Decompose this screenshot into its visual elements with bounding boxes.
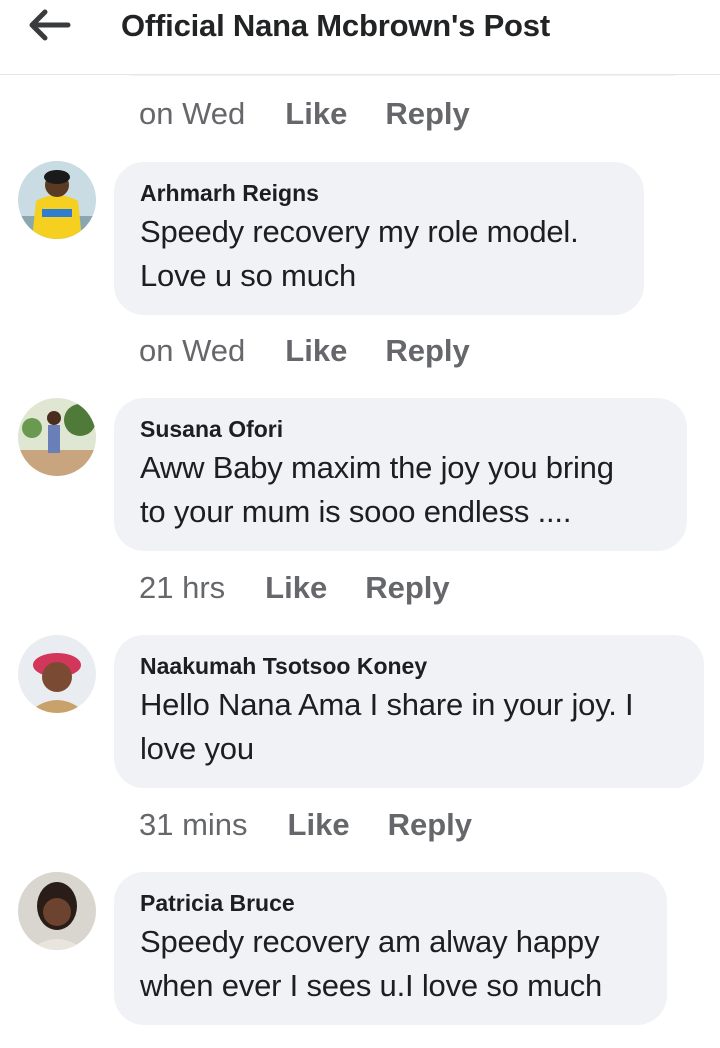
reply-button[interactable]: Reply — [385, 329, 469, 373]
comment-text-line: to your mum is sooo endless .... — [140, 494, 572, 529]
comment-text-line: Speedy recovery am alway happy — [140, 924, 600, 959]
comment-bubble: Arhmarh Reigns Speedy recovery my role m… — [114, 162, 644, 315]
avatar[interactable] — [18, 872, 96, 950]
comment-bubble: Susana Ofori Aww Baby maxim the joy you … — [114, 398, 687, 551]
like-button[interactable]: Like — [265, 566, 327, 610]
comment-bubble: Naakumah Tsotsoo Koney Hello Nana Ama I … — [114, 635, 704, 788]
comment-text-line: Love u so much — [140, 258, 357, 293]
reply-button[interactable]: Reply — [385, 92, 469, 136]
comment-author[interactable]: Arhmarh Reigns — [140, 176, 616, 210]
avatar[interactable] — [18, 635, 96, 713]
like-button[interactable]: Like — [285, 329, 347, 373]
page-title: Official Nana Mcbrown's Post — [121, 8, 550, 43]
comment-time: on Wed — [139, 333, 246, 368]
comment-actions: on Wed Like Reply — [139, 329, 470, 373]
comment-bubble: Patricia Bruce Speedy recovery am alway … — [114, 872, 667, 1025]
comment-time: on Wed — [139, 96, 246, 131]
back-button[interactable] — [28, 6, 74, 44]
comment-actions: on Wed Like Reply — [139, 92, 470, 136]
comment-actions: 21 hrs Like Reply — [139, 566, 450, 610]
comment-text-line: Hello Nana Ama I share in your joy. I — [140, 687, 634, 722]
like-button[interactable]: Like — [285, 92, 347, 136]
avatar[interactable] — [18, 398, 96, 476]
comment-author[interactable]: Naakumah Tsotsoo Koney — [140, 649, 676, 683]
arrow-left-icon — [29, 9, 71, 41]
avatar[interactable] — [18, 161, 96, 239]
comment-text-line: Speedy recovery my role model. — [140, 214, 579, 249]
comment-time: 21 hrs — [139, 570, 226, 605]
comment-text-line: Aww Baby maxim the joy you bring — [140, 450, 614, 485]
comment-author[interactable]: Patricia Bruce — [140, 886, 639, 920]
post-header: Official Nana Mcbrown's Post — [0, 0, 720, 75]
comment-author[interactable]: Susana Ofori — [140, 412, 659, 446]
reply-button[interactable]: Reply — [365, 566, 449, 610]
reply-button[interactable]: Reply — [388, 803, 472, 847]
comment-text-line: love you — [140, 731, 254, 766]
comment-time: 31 mins — [139, 807, 248, 842]
comment-text-line: when ever I sees u.I love so much — [140, 968, 603, 1003]
like-button[interactable]: Like — [288, 803, 350, 847]
comment-actions: 31 mins Like Reply — [139, 803, 472, 847]
